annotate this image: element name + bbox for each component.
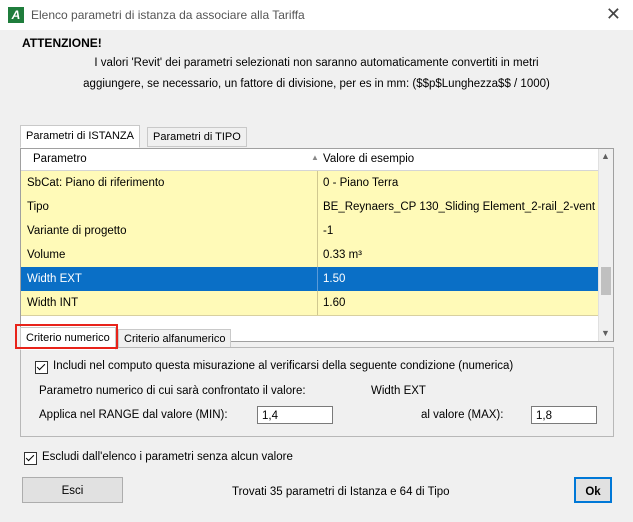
- warning-line-2: aggiungere, se necessario, un fattore di…: [83, 78, 550, 90]
- exclude-checkbox[interactable]: [24, 452, 37, 465]
- max-value-input[interactable]: 1,8: [531, 406, 597, 424]
- grid-row-selected[interactable]: Width EXT 1.50: [21, 267, 599, 292]
- scroll-up-icon[interactable]: ▲: [601, 151, 610, 161]
- column-header-parametro[interactable]: Parametro: [33, 153, 87, 165]
- close-icon[interactable]: ✕: [606, 4, 621, 25]
- grid-row[interactable]: Tipo BE_Reynaers_CP 130_Sliding Element_…: [21, 195, 599, 220]
- grid-header: Parametro ▲ Valore di esempio: [21, 149, 599, 171]
- compare-label: Parametro numerico di cui sarà confronta…: [39, 385, 306, 397]
- tab-parametri-istanza[interactable]: Parametri di ISTANZA: [20, 125, 140, 148]
- cell-parametro: SbCat: Piano di riferimento: [27, 177, 165, 189]
- column-header-valore[interactable]: Valore di esempio: [323, 153, 414, 165]
- cell-valore: -1: [323, 225, 334, 237]
- warning-line-1: I valori 'Revit' dei parametri seleziona…: [94, 57, 539, 69]
- include-label: Includi nel computo questa misurazione a…: [53, 360, 514, 372]
- cell-parametro: Variante di progetto: [27, 225, 127, 237]
- scrollbar-thumb[interactable]: [601, 267, 611, 295]
- highlight-box: [15, 324, 118, 349]
- scroll-down-icon[interactable]: ▼: [601, 328, 610, 338]
- compare-value: Width EXT: [371, 385, 426, 397]
- column-divider: [317, 243, 318, 267]
- tab-parametri-tipo[interactable]: Parametri di TIPO: [147, 127, 247, 147]
- tab-criterio-alfanumerico[interactable]: Criterio alfanumerico: [118, 329, 232, 349]
- exit-button[interactable]: Esci: [22, 477, 123, 503]
- window-title: Elenco parametri di istanza da associare…: [31, 8, 305, 22]
- column-divider: [317, 219, 318, 243]
- cell-valore: 1.50: [323, 273, 346, 285]
- grid-vertical-scrollbar[interactable]: ▲ ▼: [598, 149, 613, 341]
- criteria-panel: Includi nel computo questa misurazione a…: [20, 347, 614, 437]
- dialog-window: A Elenco parametri di istanza da associa…: [0, 0, 633, 522]
- sort-ascending-icon: ▲: [311, 153, 319, 162]
- ok-button[interactable]: Ok: [574, 477, 612, 503]
- cell-parametro: Tipo: [27, 201, 49, 213]
- cell-parametro: Volume: [27, 249, 66, 261]
- cell-valore: 1.60: [323, 297, 346, 309]
- warning-heading: ATTENZIONE!: [22, 36, 102, 50]
- include-checkbox[interactable]: [35, 361, 48, 374]
- column-divider: [317, 291, 318, 315]
- range-min-label: Applica nel RANGE dal valore (MIN):: [39, 409, 228, 421]
- cell-valore: 0 - Piano Terra: [323, 177, 399, 189]
- status-text: Trovati 35 parametri di Istanza e 64 di …: [232, 486, 450, 498]
- column-divider: [317, 171, 318, 195]
- range-max-label: al valore (MAX):: [421, 409, 504, 421]
- cell-valore: BE_Reynaers_CP 130_Sliding Element_2-rai…: [323, 201, 596, 213]
- parameter-tabs: Parametri di ISTANZA Parametri di TIPO: [20, 125, 612, 148]
- column-divider: [317, 267, 318, 291]
- grid-row[interactable]: SbCat: Piano di riferimento 0 - Piano Te…: [21, 171, 599, 196]
- min-value-input[interactable]: 1,4: [257, 406, 333, 424]
- parameters-grid[interactable]: Parametro ▲ Valore di esempio SbCat: Pia…: [20, 148, 614, 342]
- cell-valore: 0.33 m³: [323, 249, 362, 261]
- column-divider: [317, 195, 318, 219]
- app-logo-icon: A: [8, 7, 24, 23]
- grid-row[interactable]: Variante di progetto -1: [21, 219, 599, 244]
- cell-parametro: Width EXT: [27, 273, 82, 285]
- title-bar: A Elenco parametri di istanza da associa…: [0, 0, 633, 30]
- grid-row[interactable]: Width INT 1.60: [21, 291, 599, 316]
- cell-parametro: Width INT: [27, 297, 79, 309]
- exclude-label: Escludi dall'elenco i parametri senza al…: [42, 451, 293, 463]
- grid-row[interactable]: Volume 0.33 m³: [21, 243, 599, 268]
